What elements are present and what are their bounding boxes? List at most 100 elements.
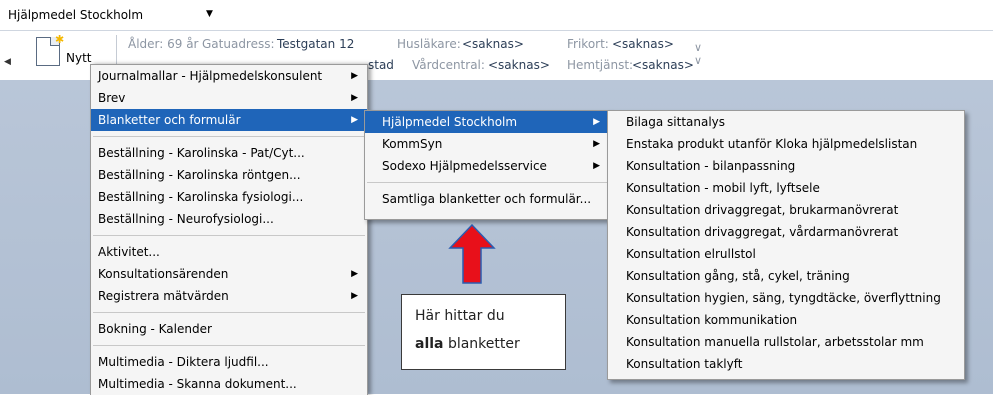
menu-item-aktivitet[interactable]: Aktivitet... bbox=[91, 241, 367, 263]
menu-item-label: Bilaga sittanalys bbox=[626, 115, 726, 129]
menu-item-kommsyn[interactable]: KommSyn ▶ bbox=[365, 133, 609, 155]
menu-item-blanketter-och-formular[interactable]: Blanketter och formulär ▶ bbox=[91, 109, 367, 131]
menu-item-label: Brev bbox=[98, 91, 126, 105]
submenu-arrow-icon: ▶ bbox=[593, 139, 600, 149]
menu-item-konsultation-taklyft[interactable]: Konsultation taklyft bbox=[608, 353, 964, 375]
chevron-left-icon[interactable]: ◀ bbox=[4, 57, 11, 67]
menu-item-bilaga-sittanalys[interactable]: Bilaga sittanalys bbox=[608, 111, 964, 133]
menu-separator bbox=[93, 345, 365, 346]
doctor-label: Husläkare: bbox=[397, 37, 461, 51]
menu-item-label: Multimedia - Diktera ljudfil... bbox=[98, 355, 269, 369]
menu-item-label: Konsultation kommunikation bbox=[626, 313, 798, 327]
menu-item-label: Bokning - Kalender bbox=[98, 322, 212, 336]
menu-item-label: Beställning - Karolinska röntgen... bbox=[98, 168, 301, 182]
menu-item-multimedia-skanna-dokument[interactable]: Multimedia - Skanna dokument... bbox=[91, 373, 367, 395]
menu-item-bestallning-karolinska-fysiologi[interactable]: Beställning - Karolinska fysiologi... bbox=[91, 186, 367, 208]
menu-item-konsultation-drivaggregat-vardarmanovrerat[interactable]: Konsultation drivaggregat, vårdarmanövre… bbox=[608, 221, 964, 243]
menu-item-label: Konsultation - mobil lyft, lyftsele bbox=[626, 181, 820, 195]
context-menu: Journalmallar - Hjälpmedelskonsulent ▶ Bre… bbox=[90, 64, 368, 395]
top-bar: Hjälpmedel Stockholm ▼ bbox=[0, 0, 993, 30]
menu-item-label: Konsultation - bilanpassning bbox=[626, 159, 796, 173]
menu-item-konsultation-drivaggregat-brukarmanovrerat[interactable]: Konsultation drivaggregat, brukarmanövre… bbox=[608, 199, 964, 221]
menu-item-label: Konsultation manuella rullstolar, arbets… bbox=[626, 335, 924, 349]
forms-submenu: Hjälpmedel Stockholm ▶ KommSyn ▶ Sodexo Hjäl… bbox=[364, 110, 610, 220]
menu-item-multimedia-diktera-ljudfil[interactable]: Multimedia - Diktera ljudfil... bbox=[91, 351, 367, 373]
callout-rest: blanketter bbox=[443, 336, 520, 352]
street-value: Testgatan 12 bbox=[277, 37, 355, 51]
menu-item-konsultation-hygien-sang-tyngdtacke-overflyttning[interactable]: Konsultation hygien, säng, tyngdtäcke, ö… bbox=[608, 287, 964, 309]
menu-item-konsultation-mobil-lyft-lyftsele[interactable]: Konsultation - mobil lyft, lyftsele bbox=[608, 177, 964, 199]
health-center-value: <saknas> bbox=[488, 58, 550, 72]
menu-item-label: Konsultation taklyft bbox=[626, 357, 743, 371]
menu-item-label: Multimedia - Skanna dokument... bbox=[98, 377, 297, 391]
menu-item-label: Hjälpmedel Stockholm bbox=[382, 115, 518, 129]
menu-item-label: Konsultation drivaggregat, vårdarmanövre… bbox=[626, 225, 899, 239]
callout-box: Här hittar du alla blanketter bbox=[401, 294, 566, 370]
dropdown-arrow-icon[interactable]: ▼ bbox=[206, 9, 213, 19]
menu-separator bbox=[93, 136, 365, 137]
menu-item-journalmallar-hjalpmedelskonsulent[interactable]: Journalmallar - Hjälpmedelskonsulent ▶ bbox=[91, 65, 367, 87]
home-care-value: <saknas> bbox=[632, 58, 694, 72]
home-care-label: Hemtjänst: bbox=[567, 58, 634, 72]
menu-separator bbox=[93, 312, 365, 313]
doctor-value: <saknas> bbox=[462, 37, 524, 51]
callout-line-1: Här hittar du bbox=[415, 308, 505, 324]
menu-item-sodexo-hjalpmedelsservice[interactable]: Sodexo Hjälpmedelsservice ▶ bbox=[365, 155, 609, 177]
menu-item-konsultation-manuella-rullstolar-arbetsstolar-mm[interactable]: Konsultation manuella rullstolar, arbets… bbox=[608, 331, 964, 353]
red-arrow-annotation bbox=[448, 224, 496, 284]
city-value: stad bbox=[368, 58, 394, 72]
star-icon: ✱ bbox=[55, 33, 65, 46]
free-card-value: <saknas> bbox=[612, 37, 674, 51]
menu-item-label: Registrera mätvärden bbox=[98, 289, 229, 303]
menu-item-konsultationsarenden[interactable]: Konsultationsärenden ▶ bbox=[91, 263, 367, 285]
health-center-label: Vårdcentral: bbox=[412, 58, 485, 72]
menu-item-konsultation-elrullstol[interactable]: Konsultation elrullstol bbox=[608, 243, 964, 265]
menu-item-label: Konsultation gång, stå, cykel, träning bbox=[626, 269, 850, 283]
menu-separator bbox=[367, 182, 607, 183]
menu-item-label: Beställning - Karolinska - Pat/Cyt... bbox=[98, 146, 305, 160]
callout-line-2: alla blanketter bbox=[415, 336, 520, 352]
menu-item-label: Samtliga blanketter och formulär... bbox=[382, 192, 592, 206]
submenu-arrow-icon: ▶ bbox=[351, 269, 358, 279]
menu-item-konsultation-bilanpassning[interactable]: Konsultation - bilanpassning bbox=[608, 155, 964, 177]
menu-item-konsultation-kommunikation[interactable]: Konsultation kommunikation bbox=[608, 309, 964, 331]
menu-item-label: Aktivitet... bbox=[98, 245, 160, 259]
menu-item-label: Konsultation elrullstol bbox=[626, 247, 756, 261]
submenu-arrow-icon: ▶ bbox=[351, 291, 358, 301]
submenu-arrow-icon: ▶ bbox=[351, 115, 358, 125]
hjalpmedel-stockholm-submenu: Bilaga sittanalys Enstaka produkt utanför… bbox=[607, 110, 965, 380]
menu-item-label: Blanketter och formulär bbox=[98, 113, 241, 127]
menu-item-bestallning-neurofysiologi[interactable]: Beställning - Neurofysiologi... bbox=[91, 208, 367, 230]
menu-item-brev[interactable]: Brev ▶ bbox=[91, 87, 367, 109]
submenu-arrow-icon: ▶ bbox=[351, 93, 358, 103]
menu-item-bestallning-karolinska-pat-cyt[interactable]: Beställning - Karolinska - Pat/Cyt... bbox=[91, 142, 367, 164]
menu-item-label: Beställning - Neurofysiologi... bbox=[98, 212, 274, 226]
menu-item-samtliga-blanketter-och-formular[interactable]: Samtliga blanketter och formulär... bbox=[365, 188, 609, 210]
menu-item-label: Beställning - Karolinska fysiologi... bbox=[98, 190, 304, 204]
unit-selector[interactable]: Hjälpmedel Stockholm bbox=[8, 8, 143, 22]
new-button[interactable]: ✱ Nytt bbox=[30, 33, 92, 73]
menu-item-label: Enstaka produkt utanför Kloka hjälpmedel… bbox=[626, 137, 918, 151]
menu-item-enstaka-produkt-utanfor-kloka-hjalpmedelslistan[interactable]: Enstaka produkt utanför Kloka hjälpmedel… bbox=[608, 133, 964, 155]
submenu-arrow-icon: ▶ bbox=[593, 161, 600, 171]
submenu-arrow-icon: ▶ bbox=[593, 117, 600, 127]
menu-item-label: Konsultation drivaggregat, brukarmanövre… bbox=[626, 203, 899, 217]
menu-item-bestallning-karolinska-rontgen[interactable]: Beställning - Karolinska röntgen... bbox=[91, 164, 367, 186]
menu-item-hjalpmedel-stockholm[interactable]: Hjälpmedel Stockholm ▶ bbox=[365, 111, 609, 133]
submenu-arrow-icon: ▶ bbox=[351, 71, 358, 81]
menu-item-bokning-kalender[interactable]: Bokning - Kalender bbox=[91, 318, 367, 340]
menu-item-konsultation-gang-sta-cykel-traning[interactable]: Konsultation gång, stå, cykel, träning bbox=[608, 265, 964, 287]
double-chevron-down-icon[interactable]: ∨ ∨ bbox=[694, 41, 702, 67]
menu-item-registrera-matvarden[interactable]: Registrera mätvärden ▶ bbox=[91, 285, 367, 307]
menu-item-label: Journalmallar - Hjälpmedelskonsulent bbox=[98, 69, 323, 83]
street-label: Gatuadress: bbox=[202, 37, 275, 51]
menu-item-label: Sodexo Hjälpmedelsservice bbox=[382, 159, 547, 173]
free-card-label: Frikort: bbox=[567, 37, 609, 51]
arrow-shape bbox=[448, 224, 496, 284]
patient-age: Ålder: 69 år bbox=[128, 37, 199, 51]
new-button-label: Nytt bbox=[66, 51, 92, 65]
callout-bold-word: alla bbox=[415, 336, 444, 352]
menu-item-label: Konsultationsärenden bbox=[98, 267, 229, 281]
menu-item-label: Konsultation hygien, säng, tyngdtäcke, ö… bbox=[626, 291, 941, 305]
menu-separator bbox=[93, 235, 365, 236]
